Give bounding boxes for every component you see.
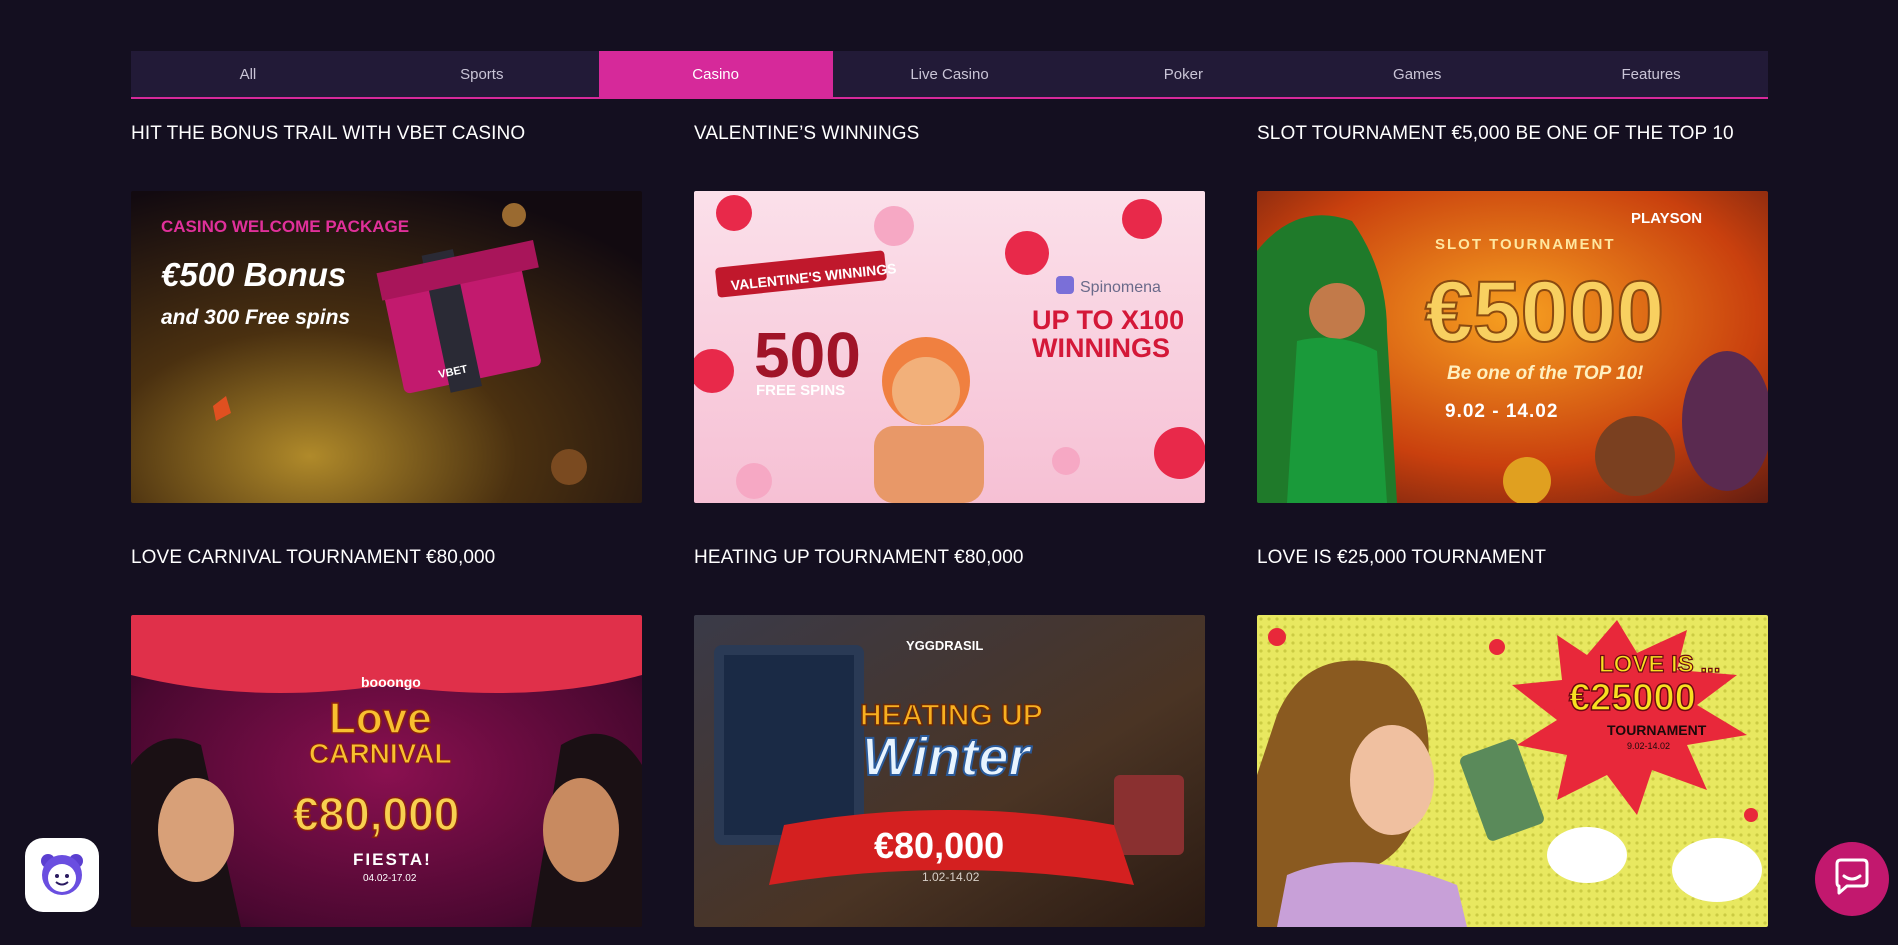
promo-card: SLOT TOURNAMENT €5,000 BE ONE OF THE TOP… <box>1257 97 1768 521</box>
promo-banner[interactable]: YGGDRASIL HEATING UP Winter €80,000 1.02… <box>694 615 1205 927</box>
assistant-button[interactable] <box>25 838 99 912</box>
banner-dates: 9.02-14.02 <box>1627 741 1670 751</box>
promo-banner[interactable]: VALENTINE'S WINNINGS 500 FREE SPINS Spin… <box>694 191 1205 503</box>
promo-banner-image: CASINO WELCOME PACKAGE €500 Bonus and 30… <box>131 191 642 503</box>
tab-sports[interactable]: Sports <box>365 51 599 97</box>
banner-big-number: €5000 <box>1425 264 1664 360</box>
tab-poker[interactable]: Poker <box>1066 51 1300 97</box>
banner-kicker: CASINO WELCOME PACKAGE <box>161 217 409 236</box>
promo-banner[interactable]: booongo Love CARNIVAL €80,000 FIESTA! 04… <box>131 615 642 927</box>
promo-banner-image: VALENTINE'S WINNINGS 500 FREE SPINS Spin… <box>694 191 1205 503</box>
banner-big-number: €80,000 <box>874 825 1004 866</box>
promo-title[interactable]: HIT THE BONUS TRAIL WITH VBET CASINO <box>131 123 525 145</box>
tab-all[interactable]: All <box>131 51 365 97</box>
tab-features[interactable]: Features <box>1534 51 1768 97</box>
provider-logo: booongo <box>361 674 421 690</box>
chat-button[interactable] <box>1815 842 1889 916</box>
banner-big-number: €80,000 <box>293 788 459 840</box>
banner-line1: UP TO X100 <box>1032 305 1184 335</box>
banner-subline: Be one of the TOP 10! <box>1447 363 1643 384</box>
promo-card: HEATING UP TOURNAMENT €80,000 YGGDRASIL … <box>694 521 1205 945</box>
banner-big-number: €25000 <box>1569 677 1696 719</box>
banner-subline: TOURNAMENT <box>1607 722 1707 738</box>
promo-banner-image: LOVE IS ... €25000 TOURNAMENT 9.02-14.02 <box>1257 615 1768 927</box>
tab-games[interactable]: Games <box>1300 51 1534 97</box>
tab-casino[interactable]: Casino <box>598 51 833 97</box>
banner-line1: Love <box>329 694 432 743</box>
banner-dates: 04.02-17.02 <box>363 873 417 884</box>
promo-banner[interactable]: CASINO WELCOME PACKAGE €500 Bonus and 30… <box>131 191 642 503</box>
promo-banner[interactable]: PLAYSON SLOT TOURNAMENT €5000 Be one of … <box>1257 191 1768 503</box>
chat-bubble-icon <box>1831 856 1873 903</box>
banner-dates: 1.02-14.02 <box>922 870 980 884</box>
promo-card: VALENTINE’S WINNINGS VALENTINE'S WINNING… <box>694 97 1205 521</box>
promo-banner-image: PLAYSON SLOT TOURNAMENT €5000 Be one of … <box>1257 191 1768 503</box>
promo-banner[interactable]: LOVE IS ... €25000 TOURNAMENT 9.02-14.02 <box>1257 615 1768 927</box>
banner-big-number: 500 <box>754 319 861 391</box>
banner-subline: FIESTA! <box>353 850 432 869</box>
promo-title[interactable]: HEATING UP TOURNAMENT €80,000 <box>694 547 1024 569</box>
promo-title[interactable]: LOVE CARNIVAL TOURNAMENT €80,000 <box>131 547 495 569</box>
assistant-avatar-icon <box>36 847 88 904</box>
promo-title[interactable]: VALENTINE’S WINNINGS <box>694 123 919 145</box>
banner-line2: WINNINGS <box>1032 333 1170 363</box>
provider-logo: PLAYSON <box>1631 210 1702 227</box>
promo-card: LOVE CARNIVAL TOURNAMENT €80,000 booongo <box>131 521 642 945</box>
provider-logo: Spinomena <box>1080 279 1161 296</box>
category-tabs: All Sports Casino Live Casino Poker Game… <box>131 51 1768 99</box>
banner-dates: 9.02 - 14.02 <box>1445 401 1558 422</box>
promotions-grid: HIT THE BONUS TRAIL WITH VBET CASINO CAS… <box>131 97 1768 945</box>
promo-title[interactable]: SLOT TOURNAMENT €5,000 BE ONE OF THE TOP… <box>1257 123 1734 145</box>
banner-kicker: SLOT TOURNAMENT <box>1435 236 1616 253</box>
promo-banner-image: YGGDRASIL HEATING UP Winter €80,000 1.02… <box>694 615 1205 927</box>
promo-banner-image: booongo Love CARNIVAL €80,000 FIESTA! 04… <box>131 615 642 927</box>
banner-line2: Winter <box>862 727 1032 787</box>
banner-subline: FREE SPINS <box>756 382 845 399</box>
promo-card: HIT THE BONUS TRAIL WITH VBET CASINO CAS… <box>131 97 642 521</box>
tab-live-casino[interactable]: Live Casino <box>833 51 1067 97</box>
banner-line1: LOVE IS ... <box>1599 651 1720 678</box>
promo-title[interactable]: LOVE IS €25,000 TOURNAMENT <box>1257 547 1546 569</box>
provider-logo: YGGDRASIL <box>906 638 983 653</box>
promo-card: LOVE IS €25,000 TOURNAMENT LOVE IS ... €… <box>1257 521 1768 945</box>
banner-headline: €500 Bonus <box>161 256 346 293</box>
banner-line2: CARNIVAL <box>309 738 452 769</box>
banner-subline: and 300 Free spins <box>161 306 350 329</box>
